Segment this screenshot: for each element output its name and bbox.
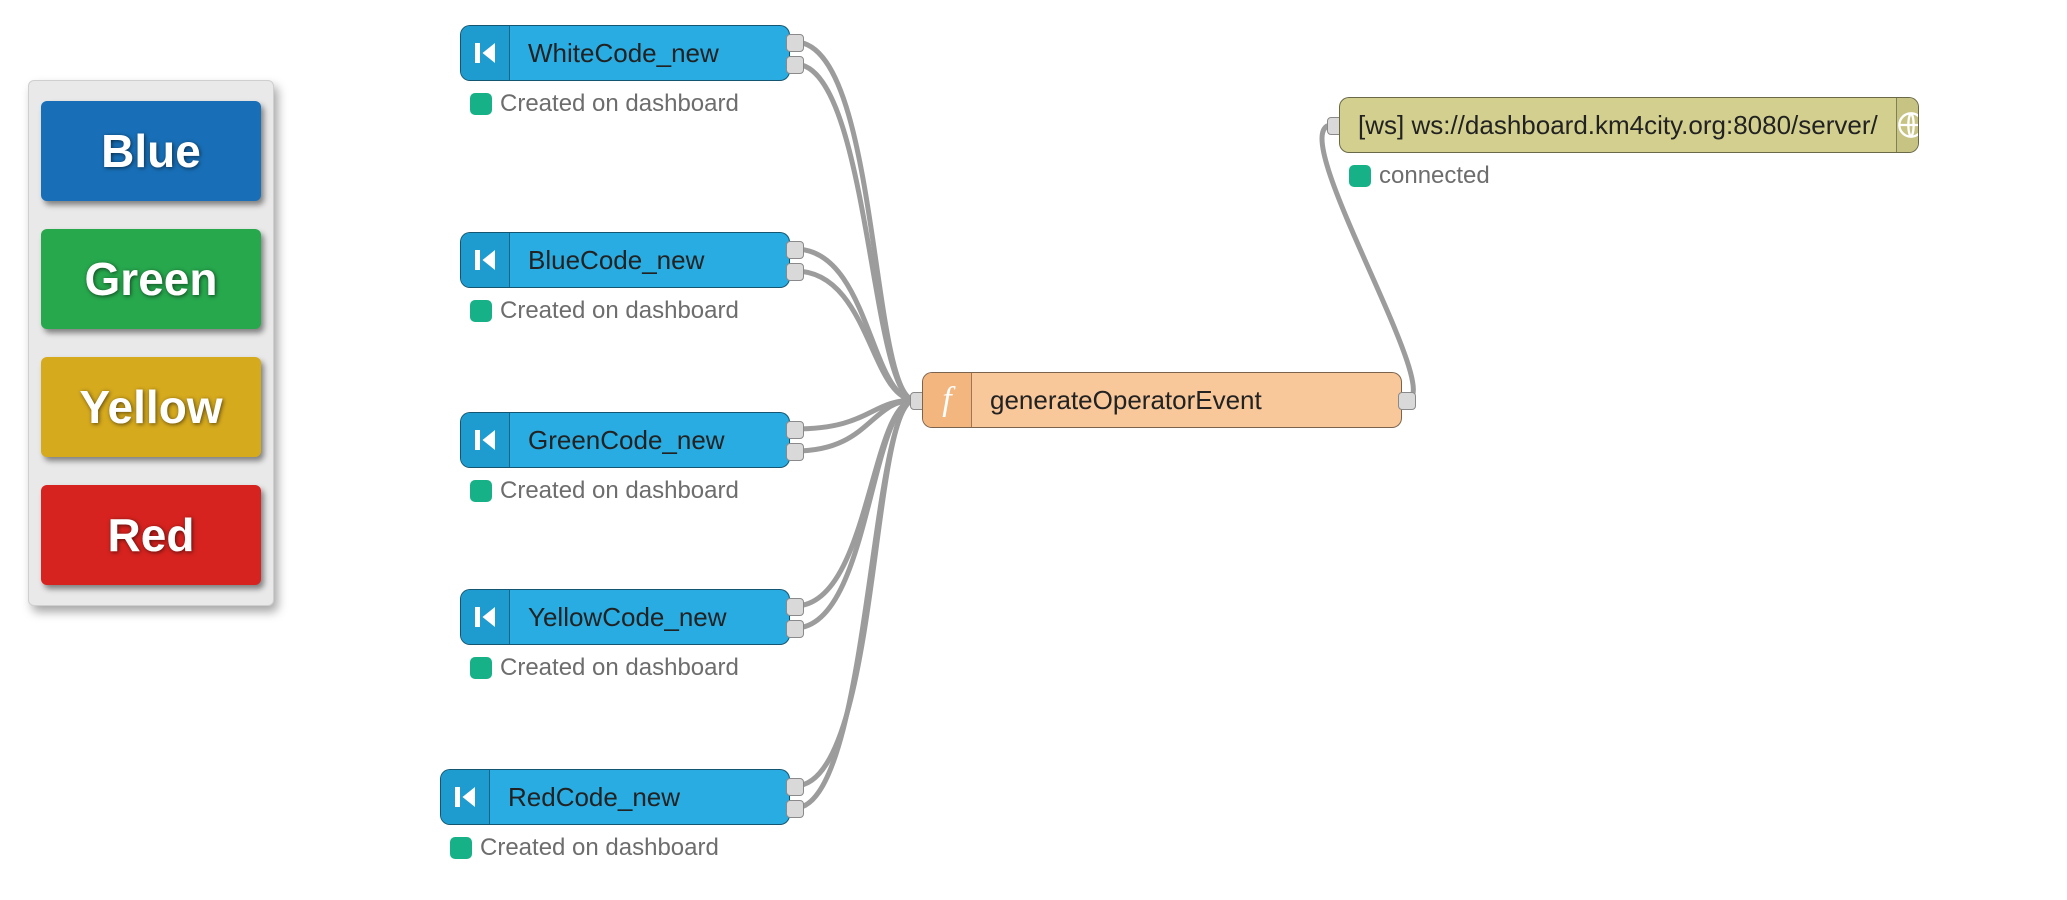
node-output-port[interactable]	[786, 263, 804, 281]
green-button[interactable]: Green	[41, 229, 261, 329]
inject-arrow-icon	[461, 590, 510, 644]
inject-node-label: GreenCode_new	[510, 425, 743, 456]
inject-arrow-icon	[441, 770, 490, 824]
node-status: connected	[1349, 162, 1490, 190]
node-output-port[interactable]	[786, 443, 804, 461]
node-output-port[interactable]	[786, 620, 804, 638]
node-output-port[interactable]	[786, 778, 804, 796]
node-status-text: Created on dashboard	[500, 297, 739, 325]
node-output-port[interactable]	[786, 56, 804, 74]
inject-arrow-icon	[461, 413, 510, 467]
status-dot-icon	[450, 837, 472, 859]
inject-node-red[interactable]: RedCode_new	[440, 769, 790, 825]
color-button-panel: Blue Green Yellow Red	[28, 80, 274, 606]
inject-node-blue[interactable]: BlueCode_new	[460, 232, 790, 288]
node-output-port[interactable]	[786, 34, 804, 52]
blue-button[interactable]: Blue	[41, 101, 261, 201]
node-status-text: Created on dashboard	[500, 477, 739, 505]
websocket-node[interactable]: [ws] ws://dashboard.km4city.org:8080/ser…	[1339, 97, 1919, 153]
inject-node-white[interactable]: WhiteCode_new	[460, 25, 790, 81]
node-status: Created on dashboard	[470, 477, 739, 505]
flow-canvas[interactable]: Blue Green Yellow Red WhiteCode_new Crea…	[0, 0, 2067, 900]
inject-node-label: YellowCode_new	[510, 602, 745, 633]
function-fx-icon: f	[923, 373, 972, 427]
inject-node-green[interactable]: GreenCode_new	[460, 412, 790, 468]
inject-arrow-icon	[461, 26, 510, 80]
inject-arrow-icon	[461, 233, 510, 287]
node-output-port[interactable]	[786, 421, 804, 439]
node-output-port[interactable]	[1398, 392, 1416, 410]
websocket-node-label: [ws] ws://dashboard.km4city.org:8080/ser…	[1340, 110, 1896, 141]
node-output-port[interactable]	[786, 598, 804, 616]
node-status-text: connected	[1379, 162, 1490, 190]
inject-node-label: RedCode_new	[490, 782, 698, 813]
node-status: Created on dashboard	[470, 90, 739, 118]
status-dot-icon	[470, 480, 492, 502]
status-dot-icon	[1349, 165, 1371, 187]
function-node[interactable]: f generateOperatorEvent	[922, 372, 1402, 428]
node-status-text: Created on dashboard	[500, 90, 739, 118]
node-status: Created on dashboard	[450, 834, 719, 862]
status-dot-icon	[470, 300, 492, 322]
node-status: Created on dashboard	[470, 654, 739, 682]
globe-icon	[1896, 98, 1919, 152]
inject-node-label: WhiteCode_new	[510, 38, 737, 69]
node-status-text: Created on dashboard	[500, 654, 739, 682]
node-output-port[interactable]	[786, 241, 804, 259]
node-status-text: Created on dashboard	[480, 834, 719, 862]
function-node-label: generateOperatorEvent	[972, 385, 1280, 416]
status-dot-icon	[470, 93, 492, 115]
inject-node-yellow[interactable]: YellowCode_new	[460, 589, 790, 645]
status-dot-icon	[470, 657, 492, 679]
inject-node-label: BlueCode_new	[510, 245, 722, 276]
red-button[interactable]: Red	[41, 485, 261, 585]
node-output-port[interactable]	[786, 800, 804, 818]
node-status: Created on dashboard	[470, 297, 739, 325]
yellow-button[interactable]: Yellow	[41, 357, 261, 457]
